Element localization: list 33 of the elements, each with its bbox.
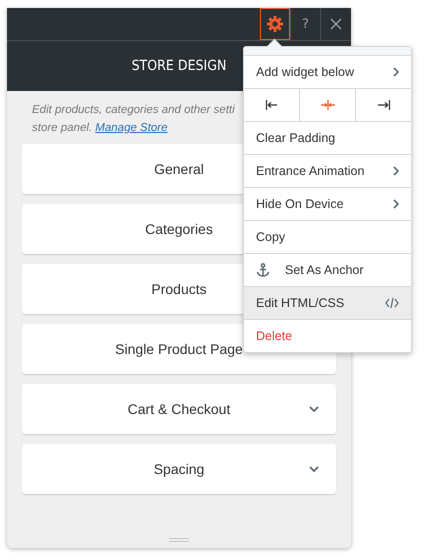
section-title: General	[154, 161, 204, 177]
section-title: Categories	[145, 221, 213, 237]
settings-icon	[267, 16, 283, 32]
chevron-right-icon	[393, 166, 399, 176]
menu-item[interactable]: Copy	[244, 221, 411, 254]
menu-item[interactable]: Entrance Animation	[244, 155, 411, 188]
section-header[interactable]: Spacing	[22, 444, 336, 494]
section-title: Products	[151, 281, 207, 297]
anchor-icon	[256, 263, 270, 277]
close-icon	[330, 18, 342, 30]
section-title: Cart & Checkout	[128, 401, 230, 417]
align-left-icon	[264, 99, 278, 111]
code-icon	[385, 297, 399, 309]
section-title: Single Product Page	[115, 341, 243, 357]
manage-store-link[interactable]: Manage Store	[95, 122, 168, 134]
chevron-down-icon	[309, 406, 319, 412]
align-center-icon	[320, 99, 334, 111]
help-button[interactable]: ?	[290, 8, 320, 40]
chevron-right-icon	[393, 67, 399, 77]
section-title: Spacing	[154, 461, 204, 477]
resize-handle-icon[interactable]	[169, 538, 189, 542]
align-left-button[interactable]	[244, 89, 300, 121]
menu-item[interactable]: Edit HTML/CSS	[244, 287, 411, 320]
chevron-right-icon	[393, 199, 399, 209]
settings-button[interactable]	[260, 8, 290, 40]
align-right-icon	[376, 99, 390, 111]
section-header[interactable]: Cart & Checkout	[22, 384, 336, 434]
panel-title: STORE DESIGN	[132, 58, 226, 74]
description-text: Edit products, categories and other setti	[32, 103, 235, 118]
description-text: store panel. Manage Store	[32, 121, 168, 136]
chevron-down-icon	[309, 466, 319, 472]
menu-item[interactable]: Clear Padding	[244, 122, 411, 155]
menu-item[interactable]: Hide On Device	[244, 188, 411, 221]
